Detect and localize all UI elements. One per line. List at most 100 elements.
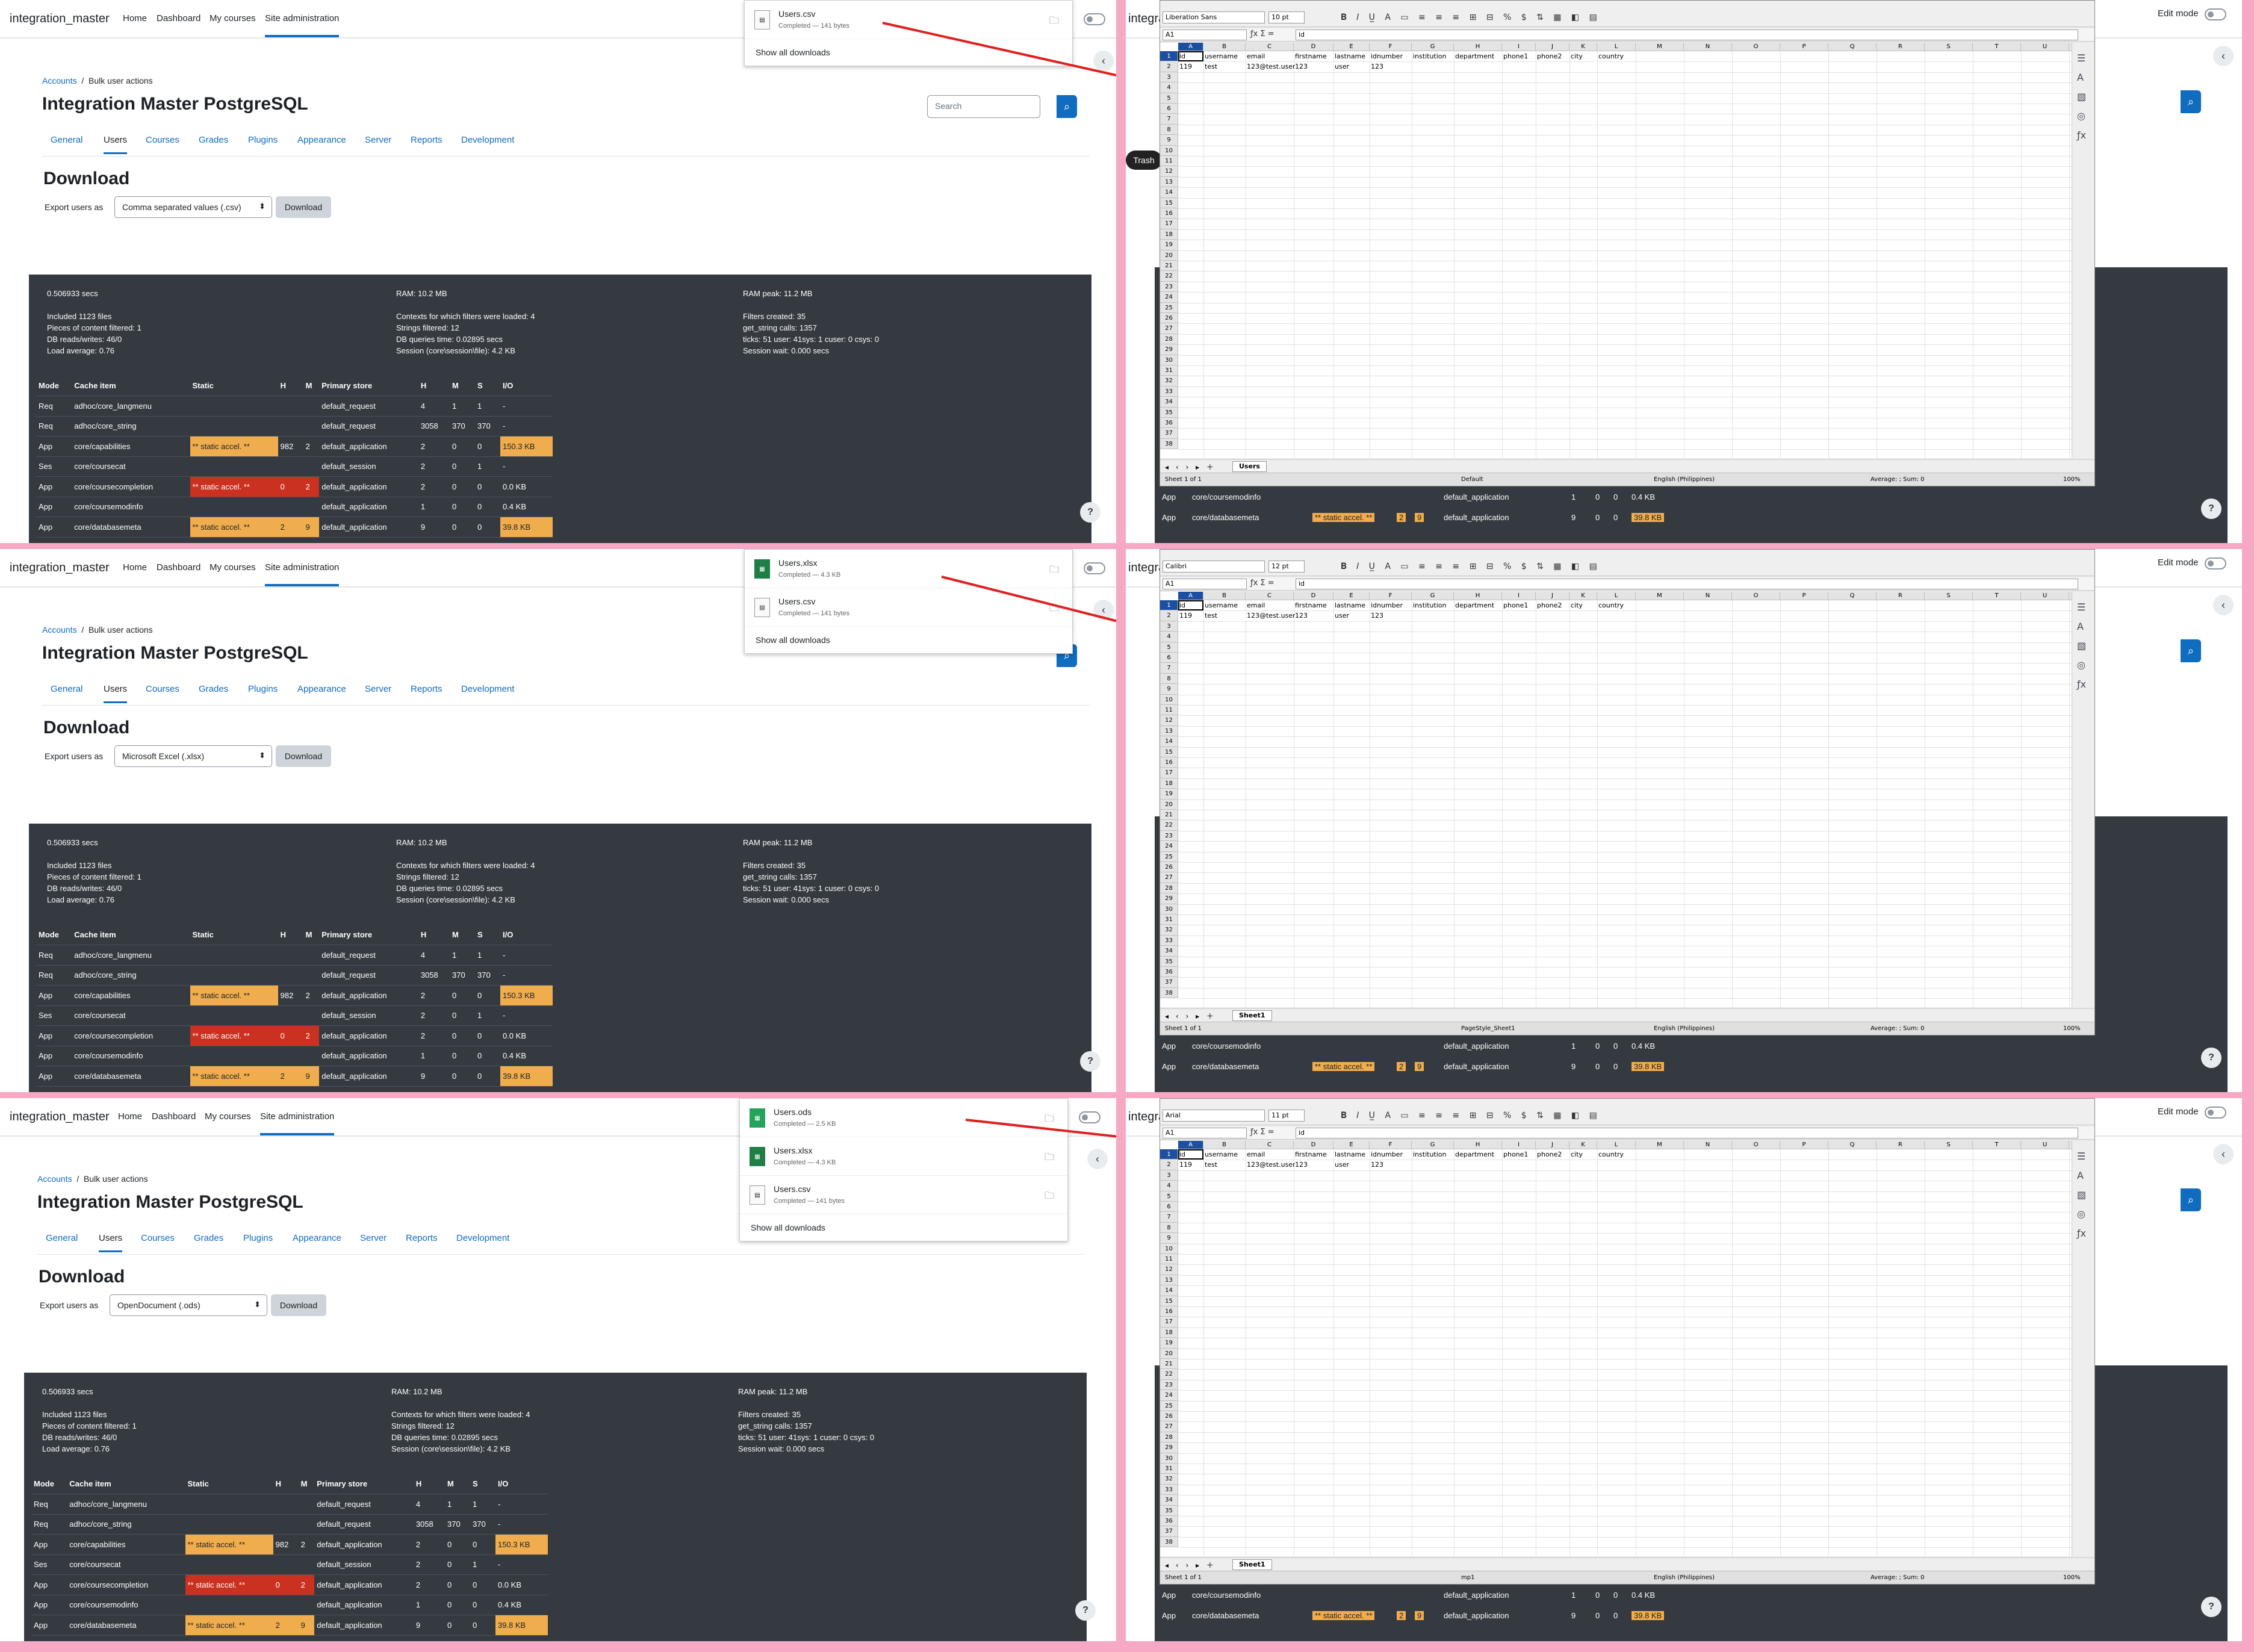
edit-mode-toggle[interactable] — [2205, 557, 2226, 570]
row-header[interactable]: 7 — [1160, 663, 1178, 674]
column-header[interactable]: H — [1454, 592, 1502, 600]
row-header[interactable]: 13 — [1160, 176, 1178, 188]
sidebar-icons[interactable]: ☰ A ▧ ◎ ƒx — [2077, 1147, 2086, 1243]
row-header[interactable]: 9 — [1160, 1233, 1178, 1244]
row-header[interactable]: 26 — [1160, 862, 1178, 873]
row-header[interactable]: 25 — [1160, 851, 1178, 862]
tab-general[interactable]: General — [51, 135, 82, 145]
font-size-box[interactable]: 11 pt — [1268, 1110, 1305, 1122]
row-header[interactable]: 1 — [1160, 1149, 1178, 1160]
input-line[interactable]: id — [1296, 30, 2078, 40]
row-header[interactable]: 6 — [1160, 1202, 1178, 1213]
row-header[interactable]: 28 — [1160, 1432, 1178, 1443]
row-header[interactable]: 31 — [1160, 914, 1178, 925]
row-header[interactable]: 26 — [1160, 313, 1178, 324]
cell-row2[interactable]: 123@test.user — [1247, 63, 1295, 70]
row-header[interactable]: 28 — [1160, 334, 1178, 345]
row-header[interactable]: 19 — [1160, 240, 1178, 250]
function-wizard-icon[interactable]: ƒx Σ = — [1250, 30, 1274, 39]
column-header[interactable]: G — [1412, 43, 1454, 51]
row-header[interactable]: 24 — [1160, 841, 1178, 852]
tab-courses[interactable]: Courses — [141, 1233, 175, 1243]
row-header[interactable]: 29 — [1160, 1442, 1178, 1453]
font-name-box[interactable]: Arial — [1163, 1110, 1265, 1122]
row-header[interactable]: 3 — [1160, 1170, 1178, 1181]
tab-reports[interactable]: Reports — [411, 135, 442, 145]
row-header[interactable]: 4 — [1160, 632, 1178, 642]
column-header[interactable]: F — [1370, 592, 1412, 600]
row-header[interactable]: 7 — [1160, 1212, 1178, 1223]
help-icon[interactable]: ? — [2201, 1597, 2221, 1617]
cell-row2[interactable]: 123 — [1371, 1161, 1413, 1169]
row-header[interactable]: 28 — [1160, 883, 1178, 894]
nav-site-administration[interactable]: Site administration — [265, 13, 340, 37]
tab-grades[interactable]: Grades — [199, 684, 228, 694]
row-header[interactable]: 10 — [1160, 694, 1178, 705]
row-header[interactable]: 19 — [1160, 789, 1178, 800]
edit-mode-toggle[interactable] — [2205, 1107, 2226, 1119]
row-header[interactable]: 18 — [1160, 778, 1178, 789]
column-header[interactable]: J — [1536, 1141, 1569, 1149]
nav-my-courses[interactable]: My courses — [205, 1111, 251, 1122]
row-header[interactable]: 20 — [1160, 250, 1178, 261]
row-header[interactable]: 9 — [1160, 135, 1178, 146]
spreadsheet-grid[interactable]: ABCDEFGHIJKLMNOPQRSTUV123456789101112131… — [1160, 1141, 2073, 1556]
column-header[interactable]: C — [1246, 592, 1294, 600]
formatting-toolbar-icons[interactable]: 𝐁 𝐼 U̲ A ▭ ≡ ≡ ≡ ⊞ ⊟ % $ ⇅ ▦ ◧ ▤ — [1341, 562, 1601, 571]
cell-row2[interactable]: 123 — [1295, 612, 1335, 620]
tab-courses[interactable]: Courses — [146, 684, 179, 694]
column-header[interactable]: H — [1454, 43, 1502, 51]
column-header[interactable]: U — [2021, 1141, 2069, 1149]
spreadsheet-grid[interactable]: ABCDEFGHIJKLMNOPQRSTUV123456789101112131… — [1160, 43, 2073, 458]
row-header[interactable]: 16 — [1160, 1306, 1178, 1317]
zoom-level[interactable]: 100% — [2063, 1025, 2081, 1032]
formatting-toolbar-icons[interactable]: 𝐁 𝐼 U̲ A ▭ ≡ ≡ ≡ ⊞ ⊟ % $ ⇅ ▦ ◧ ▤ — [1341, 1111, 1601, 1120]
row-header[interactable]: 33 — [1160, 386, 1178, 397]
row-header[interactable]: 33 — [1160, 935, 1178, 946]
column-header[interactable]: R — [1877, 1141, 1925, 1149]
drawer-toggle-icon[interactable]: ‹ — [2213, 46, 2234, 66]
column-header[interactable]: O — [1732, 43, 1780, 51]
row-header[interactable]: 8 — [1160, 673, 1178, 685]
tab-appearance[interactable]: Appearance — [293, 1233, 341, 1243]
spreadsheet-grid[interactable]: ABCDEFGHIJKLMNOPQRSTUV123456789101112131… — [1160, 592, 2073, 1007]
tab-development[interactable]: Development — [461, 135, 514, 145]
row-header[interactable]: 14 — [1160, 736, 1178, 747]
row-header[interactable]: 16 — [1160, 757, 1178, 768]
row-header[interactable]: 11 — [1160, 1254, 1178, 1265]
cell-row1[interactable]: country — [1598, 52, 1655, 60]
tab-server[interactable]: Server — [365, 135, 391, 145]
tab-plugins[interactable]: Plugins — [248, 684, 278, 694]
row-header[interactable]: 25 — [1160, 302, 1178, 313]
tab-users[interactable]: Users — [99, 1233, 123, 1252]
row-header[interactable]: 34 — [1160, 397, 1178, 408]
row-header[interactable]: 32 — [1160, 1474, 1178, 1485]
column-header[interactable]: M — [1636, 592, 1684, 600]
font-size-box[interactable]: 12 pt — [1268, 560, 1305, 573]
row-header[interactable]: 27 — [1160, 872, 1178, 883]
row-header[interactable]: 35 — [1160, 407, 1178, 418]
sheet-nav-arrows-icon[interactable]: ◂ ‹ › ▸ ＋ — [1165, 462, 1216, 472]
column-header[interactable]: D — [1294, 1141, 1333, 1149]
name-box[interactable]: A1 — [1163, 579, 1247, 589]
row-header[interactable]: 17 — [1160, 1317, 1178, 1328]
tab-grades[interactable]: Grades — [199, 135, 228, 145]
row-header[interactable]: 27 — [1160, 1421, 1178, 1432]
row-header[interactable]: 35 — [1160, 956, 1178, 967]
row-header[interactable]: 37 — [1160, 428, 1178, 439]
export-format-select[interactable]: Microsoft Excel (.xlsx) — [114, 745, 272, 767]
column-header[interactable]: F — [1370, 1141, 1412, 1149]
row-header[interactable]: 6 — [1160, 104, 1178, 114]
sheet-nav-arrows-icon[interactable]: ◂ ‹ › ▸ ＋ — [1165, 1560, 1216, 1570]
tab-appearance[interactable]: Appearance — [297, 135, 346, 145]
column-header[interactable]: Q — [1828, 43, 1877, 51]
sheet-nav-arrows-icon[interactable]: ◂ ‹ › ▸ ＋ — [1165, 1011, 1216, 1021]
cell-row2[interactable]: test — [1205, 1161, 1247, 1169]
nav-site-administration[interactable]: Site administration — [260, 1111, 335, 1135]
row-header[interactable]: 22 — [1160, 1369, 1178, 1380]
row-header[interactable]: 23 — [1160, 1379, 1178, 1391]
row-header[interactable]: 5 — [1160, 93, 1178, 104]
column-header[interactable]: Q — [1828, 592, 1877, 600]
row-header[interactable]: 26 — [1160, 1411, 1178, 1422]
search-icon[interactable]: ⌕ — [2181, 1188, 2201, 1211]
